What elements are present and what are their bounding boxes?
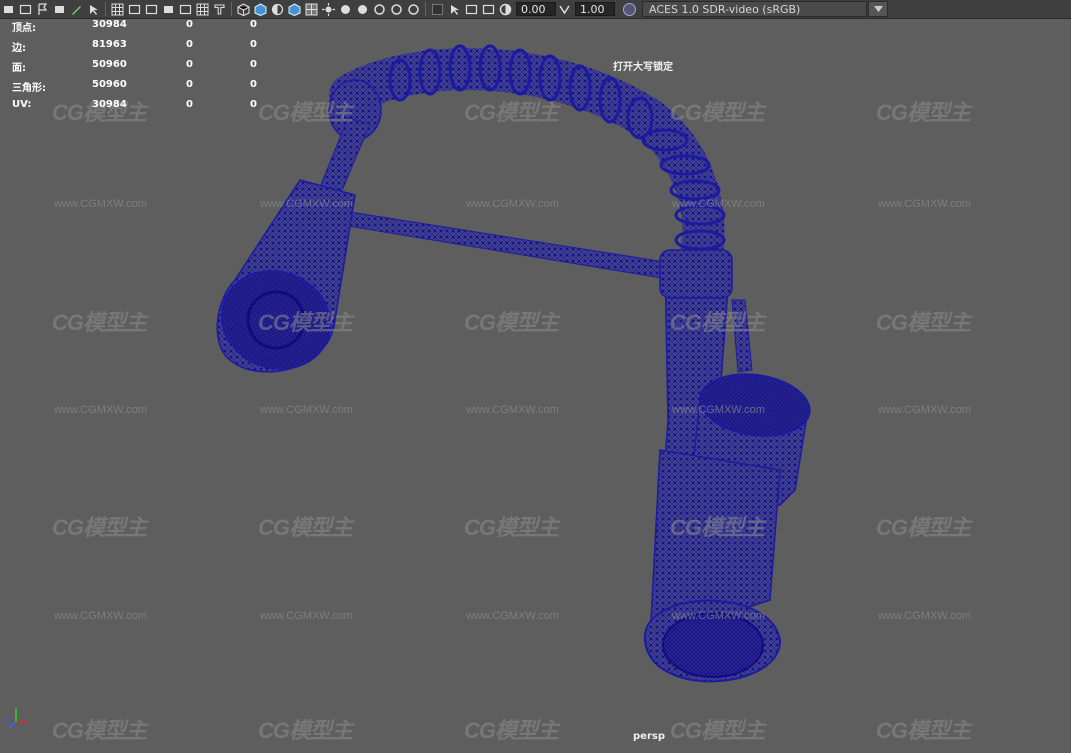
- hud-row-selected: 0: [186, 39, 193, 50]
- hud-row-selected-uv: 0: [250, 79, 257, 90]
- wireframe-icon[interactable]: [237, 2, 250, 16]
- hud-row-selected: 0: [186, 79, 193, 90]
- toolbar-separator: [231, 2, 232, 16]
- anti-aliasing-icon[interactable]: [390, 3, 403, 16]
- bookmark-icon[interactable]: [36, 2, 49, 16]
- wireframe-on-shaded-icon[interactable]: [288, 2, 301, 16]
- gamma-field[interactable]: 1.00: [575, 2, 615, 16]
- hud-row-count: 81963: [92, 39, 127, 50]
- grid-icon[interactable]: [111, 3, 124, 16]
- hud-row-selected-uv: 0: [250, 39, 257, 50]
- base-opening: [662, 612, 764, 678]
- hud-row: 边: 81963 0 0: [12, 39, 272, 59]
- isolate-select-icon[interactable]: [431, 3, 444, 16]
- screen-space-ao-icon[interactable]: [356, 3, 369, 16]
- use-lights-icon[interactable]: [322, 2, 335, 16]
- gamma-icon[interactable]: [558, 3, 571, 16]
- toolbar-separator: [425, 2, 426, 16]
- handle-rod: [731, 299, 753, 373]
- resolution-gate-icon[interactable]: [145, 3, 158, 16]
- motion-blur-icon[interactable]: [373, 3, 386, 16]
- hud-row-selected: 0: [186, 59, 193, 70]
- pan-zoom-icon[interactable]: [87, 3, 100, 16]
- toolbar-icon-group: [0, 2, 497, 16]
- color-management-icon[interactable]: [623, 2, 636, 16]
- hud-row-count: 30984: [92, 99, 127, 110]
- hud-row-selected-uv: 0: [250, 99, 257, 110]
- film-gate-icon[interactable]: [128, 3, 141, 16]
- view-transform-dropdown[interactable]: ACES 1.0 SDR-video (sRGB): [642, 1, 867, 17]
- hud-row-count: 50960: [92, 59, 127, 70]
- textured-icon[interactable]: [305, 3, 318, 16]
- camera-name-label: persp: [633, 731, 665, 742]
- xray-components-icon[interactable]: [482, 3, 495, 16]
- cross-bar: [347, 211, 666, 279]
- exposure-icon[interactable]: [499, 3, 512, 16]
- hud-row: 三角形: 50960 0 0: [12, 79, 272, 99]
- xray-joints-icon[interactable]: [465, 3, 478, 16]
- shade-selected-icon[interactable]: [271, 3, 284, 16]
- viewport-canvas[interactable]: [0, 19, 1071, 753]
- exposure-field[interactable]: 0.00: [516, 2, 556, 16]
- camera-attribute-icon[interactable]: [19, 3, 32, 16]
- hud-row: UV: 30984 0 0: [12, 99, 272, 119]
- viewport-toolbar: 0.00 1.00 ACES 1.0 SDR-video (sRGB): [0, 0, 1071, 19]
- camera-icon[interactable]: [2, 3, 15, 16]
- hud-row-selected: 0: [186, 99, 193, 110]
- hud-row-label: 顶点:: [12, 23, 36, 34]
- hud-row-selected-uv: 0: [250, 19, 257, 30]
- hud-row-label: 面:: [12, 63, 26, 74]
- hud-row-count: 50960: [92, 79, 127, 90]
- smooth-shade-icon[interactable]: [254, 2, 267, 16]
- gate-mask-icon[interactable]: [162, 3, 175, 16]
- xray-icon[interactable]: [448, 3, 461, 16]
- depth-of-field-icon[interactable]: [407, 3, 420, 16]
- hud-row-count: 30984: [92, 19, 127, 30]
- hud-row-label: UV:: [12, 99, 32, 110]
- caps-lock-message: 打开大写锁定: [613, 62, 673, 73]
- poly-count-hud: 顶点: 30984 0 0 边: 81963 0 0 面: 50960 0 0 三角形: 50960 0 0 U…: [12, 19, 272, 119]
- hud-row: 顶点: 30984 0 0: [12, 19, 272, 39]
- safe-action-icon[interactable]: [196, 3, 209, 16]
- grease-pencil-icon[interactable]: [70, 3, 83, 16]
- hud-row-selected: 0: [186, 19, 193, 30]
- svg-text:z: z: [6, 716, 10, 724]
- shadows-icon[interactable]: [339, 3, 352, 16]
- image-plane-icon[interactable]: [53, 3, 66, 16]
- hud-row-label: 三角形:: [12, 83, 46, 94]
- safe-title-icon[interactable]: [213, 3, 226, 16]
- hud-row-label: 边:: [12, 43, 26, 54]
- hud-row-selected-uv: 0: [250, 59, 257, 70]
- hud-row: 面: 50960 0 0: [12, 59, 272, 79]
- toolbar-separator: [105, 2, 106, 16]
- view-axis-icon: z: [6, 708, 28, 729]
- field-chart-icon[interactable]: [179, 3, 192, 16]
- collar-ring: [659, 249, 733, 299]
- chevron-down-icon[interactable]: [868, 1, 888, 17]
